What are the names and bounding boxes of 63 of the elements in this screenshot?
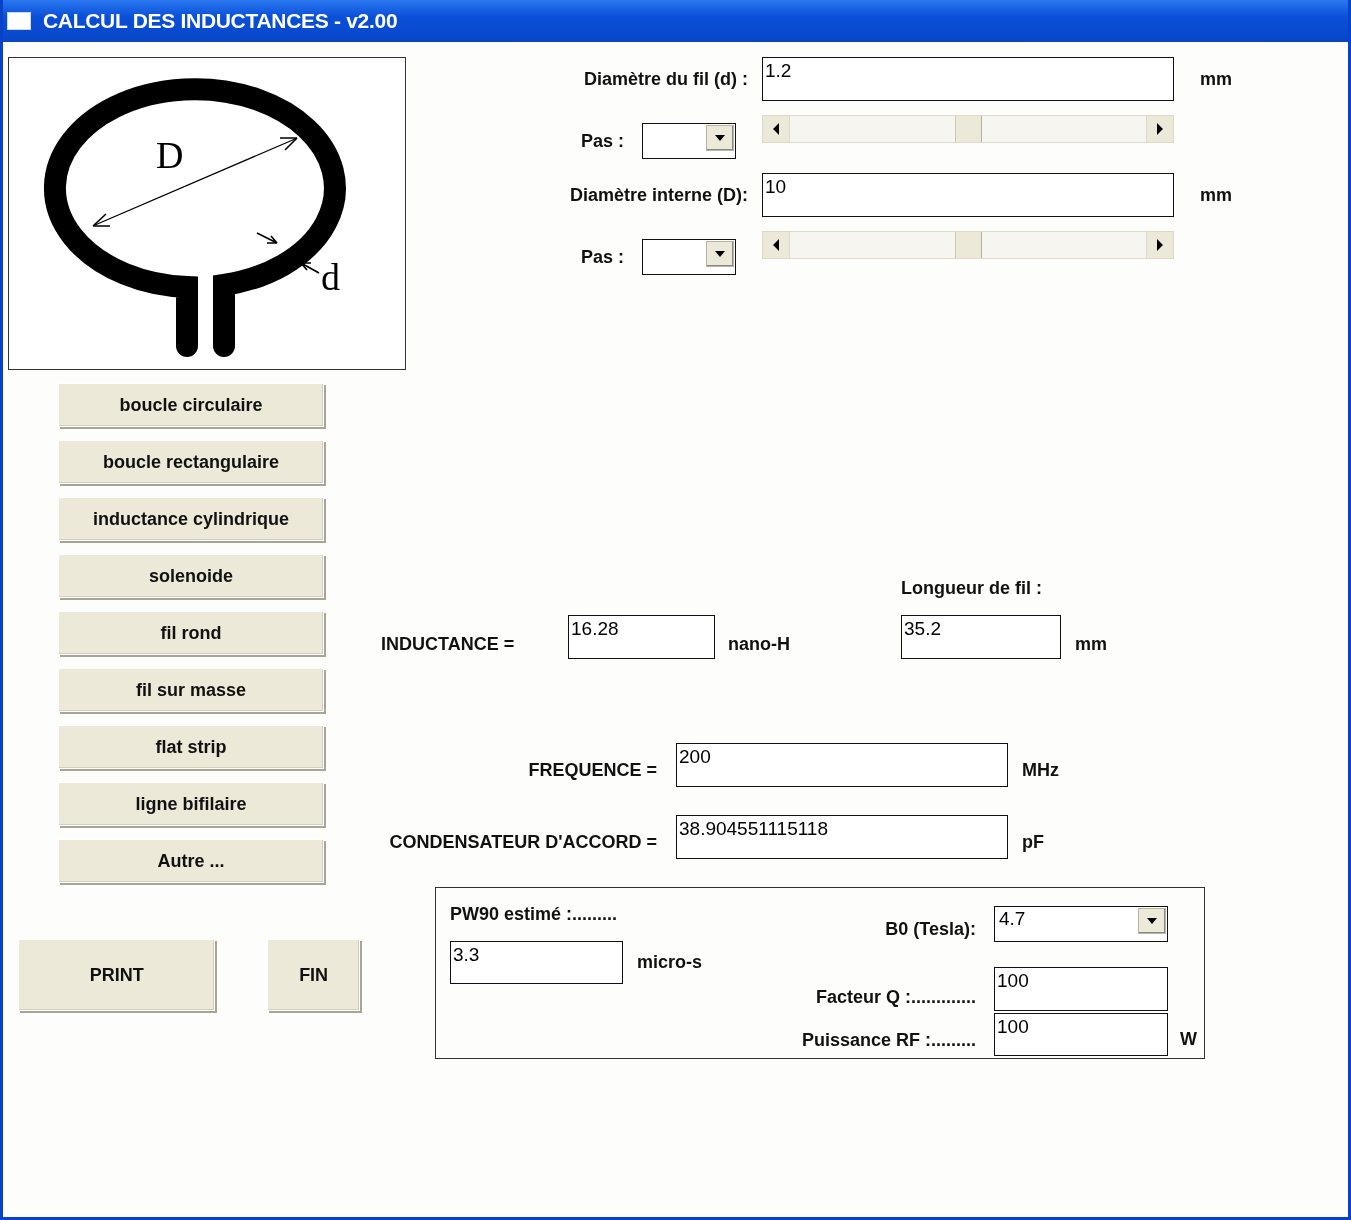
shape-button[interactable]: boucle circulaire	[58, 383, 324, 427]
print-button[interactable]: PRINT	[18, 939, 216, 1011]
scrollbar-thumb[interactable]	[954, 232, 982, 258]
unit-label: micro-s	[637, 952, 703, 973]
pulse-field[interactable]: 3.3	[450, 941, 623, 984]
shape-button[interactable]: ligne bifilaire	[58, 782, 324, 826]
right-arrow-icon	[1156, 123, 1164, 135]
result-field[interactable]: 200	[676, 743, 1008, 787]
scroll-right-button[interactable]	[1146, 231, 1174, 259]
shape-button[interactable]: flat strip	[58, 725, 324, 769]
left-arrow-icon	[772, 123, 780, 135]
unit-label: mm	[1200, 184, 1232, 206]
shape-button[interactable]: inductance cylindrique	[58, 497, 324, 541]
result-label: CONDENSATEUR D'ACCORD =	[389, 831, 657, 853]
step-dropdown[interactable]	[642, 239, 736, 275]
diameter-label: D	[156, 134, 184, 176]
field-label: Facteur Q :.............	[815, 986, 976, 1008]
shape-button[interactable]: boucle rectangulaire	[58, 440, 324, 484]
unit-label: W	[1180, 1028, 1197, 1050]
value-field[interactable]: 1.2	[762, 57, 1174, 101]
window-title: CALCUL DES INDUCTANCES - v2.00	[43, 9, 398, 33]
result-label: FREQUENCE =	[528, 759, 657, 781]
unit-label: MHz	[1022, 759, 1059, 781]
pulse-label: PW90 estimé :.........	[450, 904, 619, 925]
right-arrow-icon	[1156, 239, 1164, 251]
wire-length-label: Longueur de fil :	[901, 578, 1043, 599]
caret-icon	[714, 134, 726, 142]
shape-button[interactable]: Autre ...	[58, 839, 324, 883]
step-label: Pas :	[580, 130, 624, 152]
step-dropdown[interactable]	[642, 123, 736, 159]
wire-diameter-label: d	[321, 256, 340, 298]
unit-label: pF	[1022, 831, 1044, 853]
caret-icon	[714, 250, 726, 258]
step-label: Pas :	[580, 246, 624, 268]
dropdown-button[interactable]	[706, 125, 734, 151]
scroll-left-button[interactable]	[762, 231, 790, 259]
window-icon	[7, 12, 31, 30]
value-field[interactable]: 100	[994, 1013, 1168, 1057]
field-label: B0 (Tesla):	[885, 919, 976, 941]
shape-button[interactable]: fil sur masse	[58, 668, 324, 712]
field-label: Diamètre du fil (d) :	[584, 68, 748, 90]
value-field[interactable]: 100	[994, 966, 1168, 1011]
shape-button[interactable]: solenoide	[58, 554, 324, 598]
unit-label: nano-H	[727, 634, 791, 656]
scroll-left-button[interactable]	[762, 115, 790, 143]
caret-icon	[1146, 916, 1158, 925]
wire-length-field[interactable]: 35.2	[901, 615, 1061, 659]
left-arrow-icon	[772, 239, 780, 251]
exit-button[interactable]: FIN	[267, 939, 360, 1011]
unit-label: mm	[1074, 634, 1107, 656]
value-field[interactable]: 10	[762, 173, 1174, 217]
inductance-label: INDUCTANCE =	[381, 634, 516, 656]
dropdown-button[interactable]	[706, 241, 734, 267]
field-label: Diamètre interne (D):	[569, 184, 748, 206]
inductance-field[interactable]: 16.28	[568, 615, 715, 659]
dropdown-button[interactable]	[1138, 907, 1166, 934]
scroll-right-button[interactable]	[1146, 115, 1174, 143]
unit-label: mm	[1200, 68, 1232, 90]
field-label: Puissance RF :.........	[801, 1029, 976, 1051]
field-strength-dropdown[interactable]: 4.7	[994, 905, 1168, 942]
scrollbar-thumb[interactable]	[954, 116, 982, 142]
shape-button[interactable]: fil rond	[58, 611, 324, 655]
result-field[interactable]: 38.904551115118	[676, 815, 1008, 859]
